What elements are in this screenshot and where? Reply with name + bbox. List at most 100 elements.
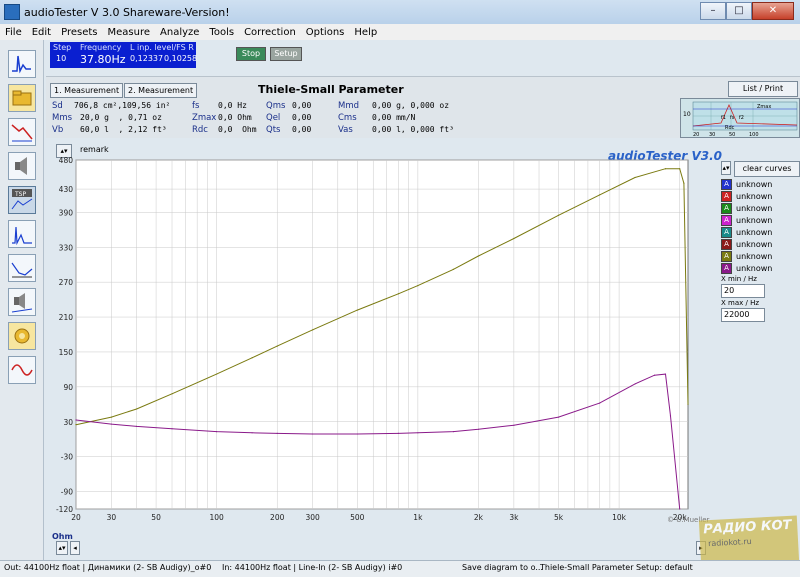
stop-button[interactable]: Stop [236, 47, 266, 61]
legend-swatch[interactable]: A [721, 239, 732, 250]
mms-label: Mms [52, 113, 73, 123]
step-value: 10 [56, 54, 67, 63]
list-print-button[interactable]: List / Print [728, 81, 798, 97]
series-point [397, 293, 399, 295]
series-point [687, 403, 689, 405]
legend-item[interactable]: Aunknown [721, 203, 772, 214]
series-point [417, 285, 419, 287]
y-tick-label: 90 [63, 383, 73, 392]
xmin-label: X min / Hz [721, 275, 757, 283]
frequency-response-tool-icon[interactable] [8, 118, 36, 146]
clear-curves-button[interactable]: clear curves [734, 161, 800, 177]
vas-value: 0,00 l, 0,000 ft³ [372, 125, 454, 134]
input-level-right: 0,10258 [164, 54, 198, 63]
qts-value: 0,00 [292, 125, 312, 134]
title-bar: audioTester V 3.0 Shareware-Version! – □… [0, 0, 800, 24]
menu-measure[interactable]: Measure [103, 27, 156, 38]
menu-edit[interactable]: Edit [27, 27, 56, 38]
xmax-input[interactable]: 22000 [721, 308, 765, 322]
legend-item[interactable]: Aunknown [721, 227, 772, 238]
status-bar: Out: 44100Hz float | Динамики (2- SB Aud… [0, 560, 800, 577]
menu-file[interactable]: File [0, 27, 27, 38]
speaker-tool-icon[interactable] [8, 152, 36, 180]
series-point [664, 168, 667, 170]
series-point [664, 373, 667, 375]
close-button[interactable]: ✕ [752, 2, 794, 20]
mini-x20: 20 [693, 132, 699, 137]
series-point [477, 255, 480, 257]
menu-correction[interactable]: Correction [239, 27, 301, 38]
series-point [276, 345, 278, 347]
frequency-value: 37.80Hz [80, 53, 126, 66]
mms-value: 20,0 g , 0,71 oz [80, 113, 162, 122]
qms-value: 0,00 [292, 101, 312, 110]
legend-swatch[interactable]: A [721, 215, 732, 226]
y-spinner[interactable]: ▴▾ [56, 541, 68, 555]
series-point [171, 393, 173, 395]
y-tick-label: -30 [61, 453, 73, 462]
tsp-tool-icon[interactable]: TSP [8, 186, 36, 214]
series-point [75, 424, 77, 426]
series-point [75, 419, 77, 421]
xmax-label: X max / Hz [721, 299, 760, 307]
cms-value: 0,00 mm/N [372, 113, 416, 122]
fs-value: 0,0 Hz [218, 101, 247, 110]
legend-label: unknown [736, 192, 773, 201]
y-tick-label: 30 [63, 418, 73, 427]
legend-swatch[interactable]: A [721, 263, 732, 274]
xmin-input[interactable]: 20 [721, 284, 765, 298]
measurement-status-box: Step 10 Frequency 37.80Hz L inp. level/F… [50, 42, 198, 68]
x-tick-label: 100 [209, 513, 224, 522]
measurement-1-button[interactable]: 1. Measurement [50, 83, 124, 98]
y-tick-label: 330 [59, 243, 74, 252]
legend-item[interactable]: Aunknown [721, 179, 772, 190]
mini-f1: f1 [721, 115, 726, 121]
legend-spinner[interactable]: ▴▾ [721, 161, 731, 175]
y-tick-label: 210 [59, 313, 74, 322]
legend-swatch[interactable]: A [721, 179, 732, 190]
menu-presets[interactable]: Presets [56, 27, 102, 38]
y-tick-label: 430 [59, 185, 74, 194]
legend-item[interactable]: Aunknown [721, 239, 772, 250]
menu-options[interactable]: Options [301, 27, 350, 38]
rdc-label: Rdc [192, 125, 208, 135]
left-toolbar: TSP [0, 40, 44, 566]
mmd-value: 0,00 g, 0,000 oz [372, 101, 450, 110]
legend-swatch[interactable]: A [721, 251, 732, 262]
oscilloscope-tool-icon[interactable] [8, 50, 36, 78]
tsp-panel: 1. Measurement 2. Measurement Thiele-Sma… [46, 76, 800, 138]
speaker-measure-tool-icon[interactable] [8, 288, 36, 316]
x-tick-label: 1k [413, 513, 423, 522]
legend-swatch[interactable]: A [721, 203, 732, 214]
scroll-left-button[interactable]: ◂ [70, 541, 80, 555]
legend-item[interactable]: Aunknown [721, 263, 772, 274]
impedance-tool-icon[interactable] [8, 254, 36, 282]
menu-help[interactable]: Help [349, 27, 382, 38]
vas-label: Vas [338, 125, 353, 135]
menu-analyze[interactable]: Analyze [155, 27, 204, 38]
qts-label: Qts [266, 125, 281, 135]
legend-item[interactable]: Aunknown [721, 215, 772, 226]
series-point [634, 383, 636, 385]
legend-swatch[interactable]: A [721, 191, 732, 202]
unit-label: Ohm [52, 532, 73, 541]
minimize-button[interactable]: – [700, 2, 726, 20]
setup-button[interactable]: Setup [270, 47, 302, 61]
y-tick-label: 270 [59, 278, 74, 287]
folder-tool-icon[interactable] [8, 84, 36, 112]
legend-item[interactable]: Aunknown [721, 251, 772, 262]
measurement-2-button[interactable]: 2. Measurement [124, 83, 198, 98]
config-tool-icon[interactable] [8, 322, 36, 350]
waveform-tool-icon[interactable] [8, 356, 36, 384]
legend-item[interactable]: Aunknown [721, 191, 772, 202]
frequency-label: Frequency [80, 43, 122, 52]
maximize-button[interactable]: □ [726, 2, 752, 20]
spectrum-tool-icon[interactable] [8, 220, 36, 248]
zmax-value: 0,0 Ohm [218, 113, 252, 122]
series-point [171, 428, 173, 430]
legend-swatch[interactable]: A [721, 227, 732, 238]
mini-fs: fs [730, 115, 735, 121]
input-device-status: In: 44100Hz float | Line-In (2- SB Audig… [222, 563, 403, 572]
series-point [312, 329, 314, 331]
menu-tools[interactable]: Tools [204, 27, 239, 38]
